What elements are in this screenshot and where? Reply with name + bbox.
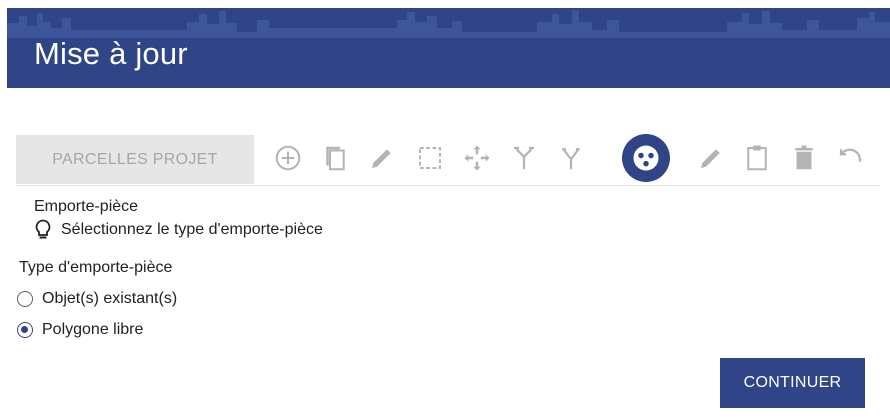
- undo-icon[interactable]: [833, 140, 869, 176]
- lightbulb-icon: [35, 219, 51, 239]
- split-icon[interactable]: [553, 140, 589, 176]
- clipboard-icon[interactable]: [739, 140, 775, 176]
- select-box-icon[interactable]: [412, 140, 448, 176]
- header-banner: Mise à jour: [7, 8, 890, 88]
- pencil-icon[interactable]: [693, 140, 729, 176]
- toolbar-divider: [16, 185, 880, 186]
- radio-option-label: Polygone libre: [42, 321, 144, 338]
- merge-icon[interactable]: [506, 140, 542, 176]
- radio-button-checked[interactable]: [17, 322, 33, 338]
- hint-row: Sélectionnez le type d'emporte-pièce: [34, 218, 323, 242]
- layer-tab-parcelles-projet[interactable]: PARCELLES PROJET: [16, 135, 254, 184]
- move-icon[interactable]: [459, 140, 495, 176]
- trash-icon[interactable]: [786, 140, 822, 176]
- add-circle-icon[interactable]: [270, 140, 306, 176]
- pencil-icon[interactable]: [364, 140, 400, 176]
- radio-option-free-polygon[interactable]: Polygone libre: [17, 319, 143, 341]
- continue-button[interactable]: CONTINUER: [720, 358, 865, 408]
- cutter-type-label: Type d'emporte-pièce: [19, 259, 173, 276]
- copy-icon[interactable]: [317, 140, 353, 176]
- radio-button-unchecked[interactable]: [17, 291, 33, 307]
- radio-option-existing-objects[interactable]: Objet(s) existant(s): [17, 288, 177, 310]
- page-title: Mise à jour: [34, 36, 188, 71]
- section-title: Emporte-pièce: [34, 198, 139, 215]
- radio-option-label: Objet(s) existant(s): [42, 290, 178, 307]
- cookie-cutter-icon[interactable]: [622, 134, 670, 182]
- edit-toolbar: PARCELLES PROJET: [16, 130, 890, 184]
- hint-text: Sélectionnez le type d'emporte-pièce: [61, 221, 323, 238]
